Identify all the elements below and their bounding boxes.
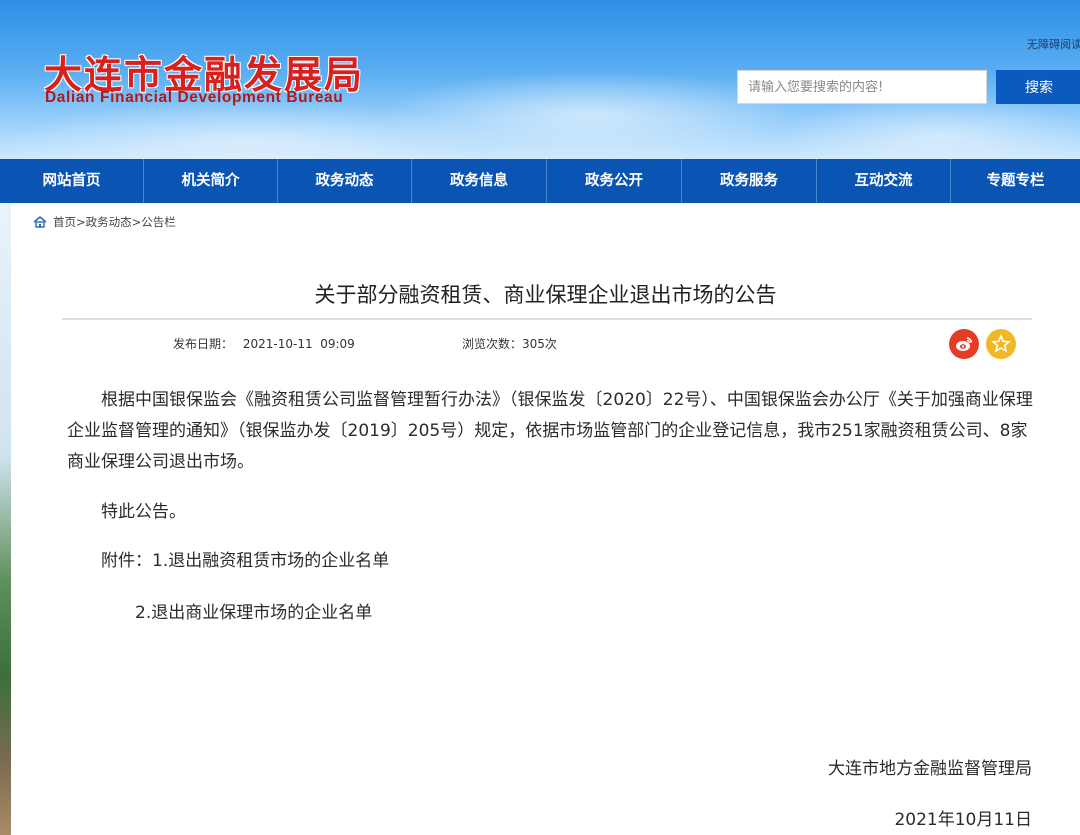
home-icon[interactable] <box>33 216 47 228</box>
title-divider <box>62 318 1032 320</box>
star-icon <box>991 334 1011 353</box>
view-count-label: 浏览次数： <box>462 337 523 351</box>
publish-date-value: 2021-10-11 09:09 <box>242 337 355 351</box>
article-attachment-1[interactable]: 附件：1.退出融资租赁市场的企业名单 <box>67 546 1033 577</box>
header-cloud-decoration <box>780 95 1080 159</box>
main-nav: 网站首页 机关简介 政务动态 政务信息 政务公开 政务服务 互动交流 专题专栏 <box>0 159 1080 203</box>
publish-date-label: 发布日期： <box>173 337 234 351</box>
site-header: 大连市金融发展局 Dalian Financial Development Bu… <box>0 0 1080 159</box>
nav-item-news[interactable]: 政务动态 <box>278 159 412 203</box>
nav-item-interaction[interactable]: 互动交流 <box>817 159 951 203</box>
accessibility-link[interactable]: 无障碍阅读 <box>1027 36 1080 52</box>
nav-item-home[interactable]: 网站首页 <box>0 159 144 203</box>
article-attachment-2[interactable]: 2.退出商业保理市场的企业名单 <box>135 598 935 629</box>
publish-date: 发布日期： 2021-10-11 09:09 <box>173 335 355 352</box>
search-input[interactable] <box>737 70 987 104</box>
article-title: 关于部分融资租赁、商业保理企业退出市场的公告 <box>314 283 777 307</box>
breadcrumb: 首页>政务动态>公告栏 <box>33 214 176 230</box>
header-cloud-decoration <box>0 100 500 159</box>
nav-item-topics[interactable]: 专题专栏 <box>951 159 1080 203</box>
article-paragraph: 根据中国银保监会《融资租赁公司监督管理暂行办法》（银保监发〔2020〕22号）、… <box>67 390 1033 472</box>
breadcrumb-path[interactable]: 首页>政务动态>公告栏 <box>53 214 176 230</box>
site-logo-english[interactable]: Dalian Financial Development Bureau <box>45 89 343 107</box>
view-count: 浏览次数：305次 <box>462 335 557 352</box>
nav-item-services[interactable]: 政务服务 <box>682 159 817 203</box>
article-container: 首页>政务动态>公告栏 关于部分融资租赁、商业保理企业退出市场的公告 发布日期：… <box>11 203 1080 835</box>
signature-date: 2021年10月11日 <box>894 810 1032 830</box>
search-button[interactable]: 搜索 <box>996 70 1080 104</box>
view-count-value: 305次 <box>522 337 557 351</box>
side-scenery-decoration <box>0 203 11 835</box>
weibo-icon <box>956 337 973 351</box>
signature-organization: 大连市地方金融监督管理局 <box>828 759 1032 779</box>
nav-item-disclosure[interactable]: 政务公开 <box>547 159 682 203</box>
article-paragraph: 特此公告。 <box>101 502 186 522</box>
favorite-button[interactable] <box>986 329 1016 359</box>
nav-item-about[interactable]: 机关简介 <box>144 159 278 203</box>
weibo-share-button[interactable] <box>949 329 979 359</box>
nav-item-info[interactable]: 政务信息 <box>412 159 547 203</box>
